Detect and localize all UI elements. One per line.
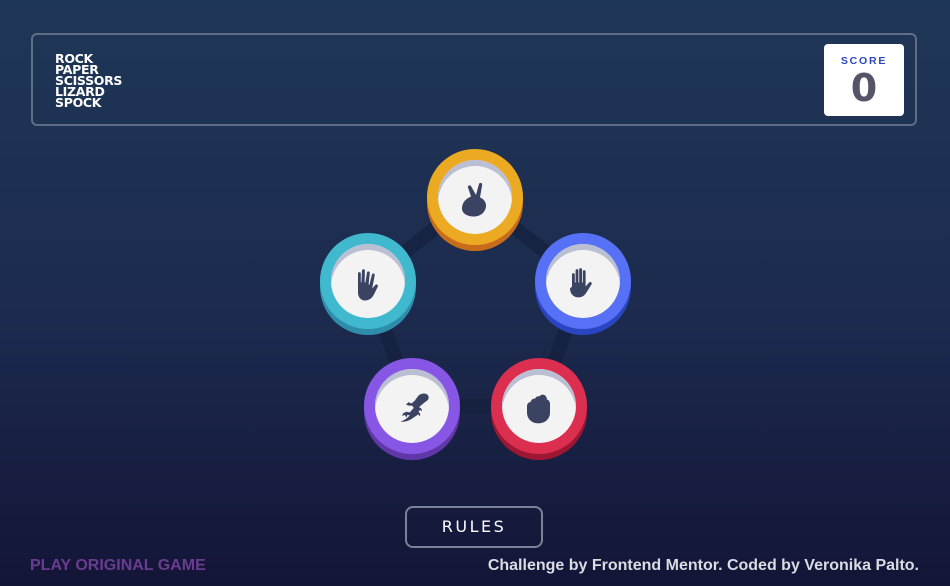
paper-hand-icon xyxy=(570,268,592,298)
spock-hand-icon xyxy=(358,269,378,301)
title-spock: SPOCK xyxy=(55,95,102,110)
chip-face xyxy=(438,160,512,234)
scissors-hand-icon xyxy=(462,182,486,217)
paper-chip[interactable] xyxy=(535,233,631,329)
game-title: ROCK PAPER SCISSORS LIZARD SPOCK xyxy=(55,52,122,110)
lizard-chip[interactable] xyxy=(364,358,460,454)
score-box: SCORE 0 xyxy=(824,44,904,116)
lizard-icon xyxy=(400,393,429,422)
chip-face xyxy=(375,369,449,443)
rock-chip[interactable] xyxy=(491,358,587,454)
rock-fist-icon xyxy=(527,394,550,424)
spock-chip[interactable] xyxy=(320,233,416,329)
header: ROCK PAPER SCISSORS LIZARD SPOCK SCORE 0 xyxy=(31,33,917,126)
scissors-chip[interactable] xyxy=(427,149,523,245)
chip-face xyxy=(546,244,620,318)
chip-face xyxy=(502,369,576,443)
chip-face xyxy=(331,244,405,318)
score-value: 0 xyxy=(850,66,878,110)
rules-button[interactable]: RULES xyxy=(405,506,543,548)
credits-text: Challenge by Frontend Mentor. Coded by V… xyxy=(487,557,919,574)
play-original-game-link[interactable]: PLAY ORIGINAL GAME xyxy=(30,557,206,575)
